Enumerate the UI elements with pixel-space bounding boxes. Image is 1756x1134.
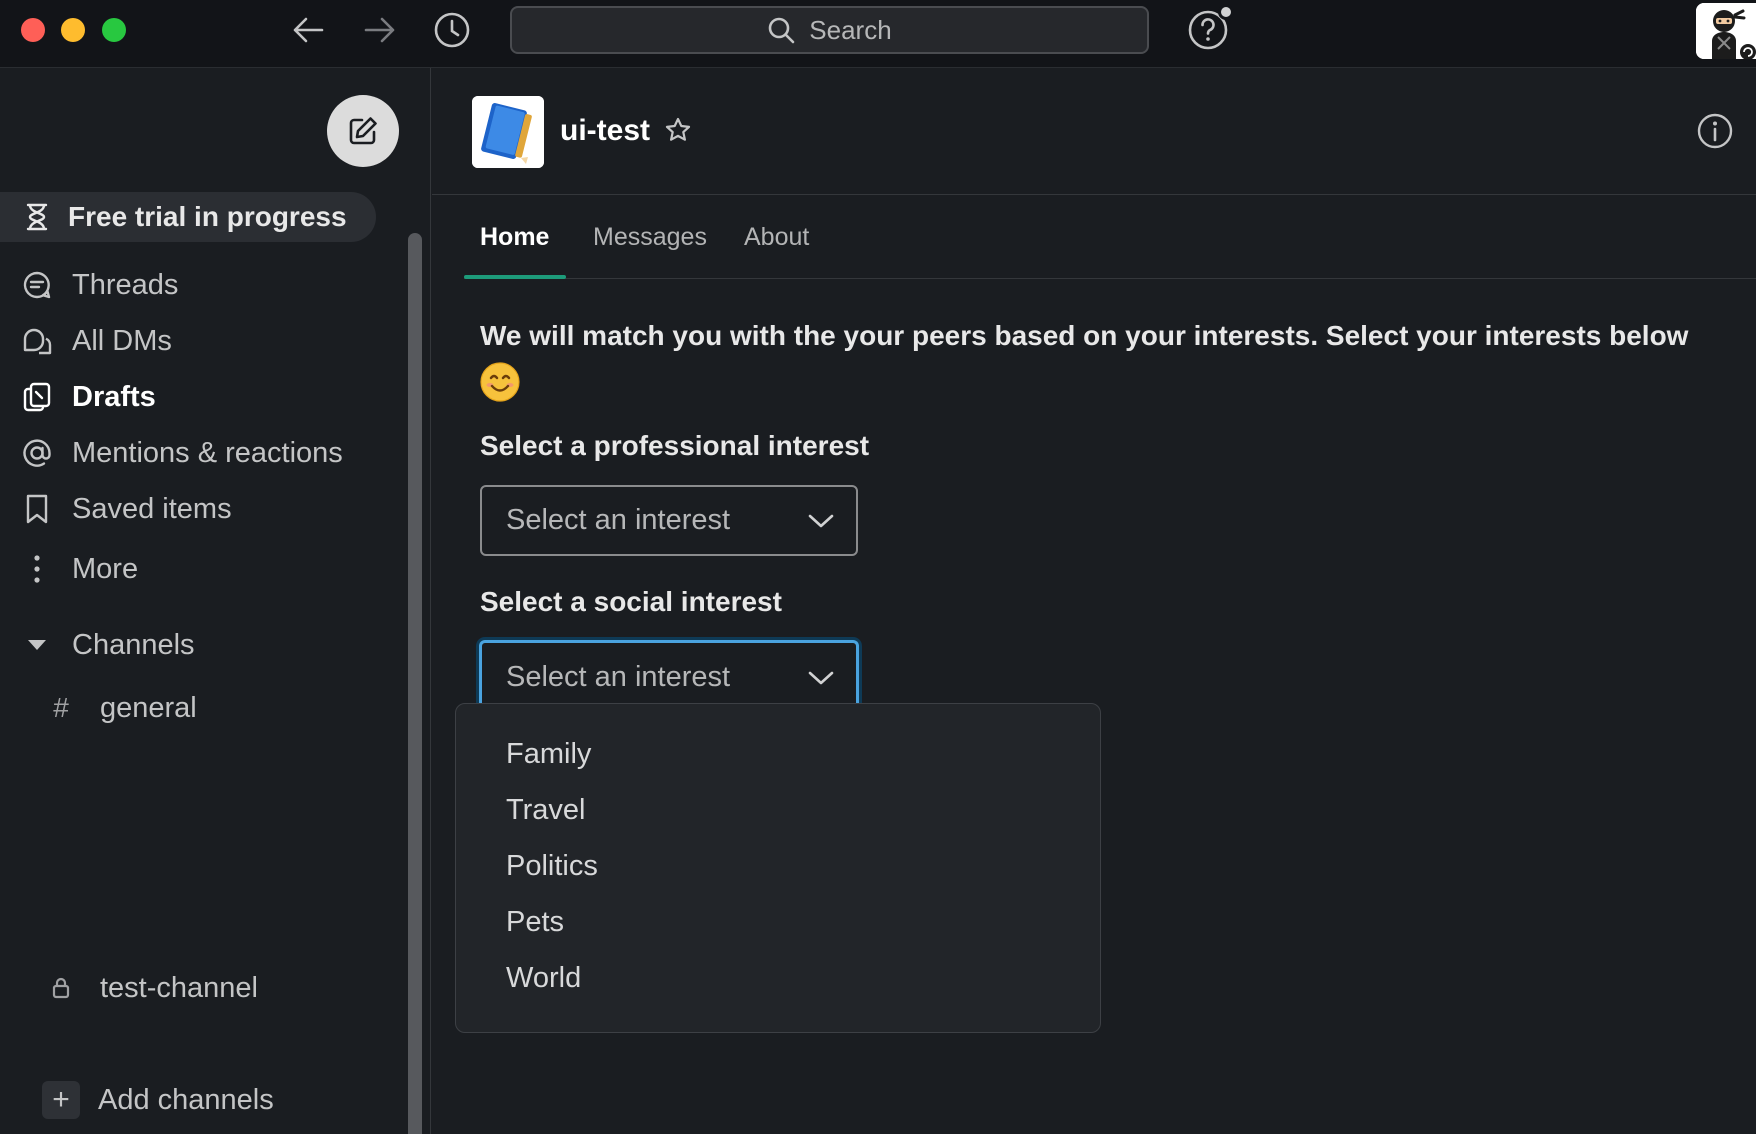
social-interest-dropdown: Family Travel Politics Pets World: [455, 703, 1101, 1033]
hourglass-icon: [26, 203, 48, 231]
channel-details-button[interactable]: [1696, 112, 1734, 150]
chevron-down-icon: [808, 514, 834, 527]
tab-home[interactable]: Home: [480, 195, 549, 279]
professional-interest-label: Select a professional interest: [480, 430, 870, 461]
app-icon: [472, 96, 544, 168]
channels-header: Channels: [72, 628, 195, 661]
select-value: Select an interest: [506, 504, 731, 536]
forward-button[interactable]: [358, 10, 402, 50]
at-icon: [23, 439, 51, 467]
channel-name: test-channel: [100, 971, 258, 1004]
intro-message: We will match you with the your peers ba…: [480, 320, 1689, 351]
drafts-icon: [23, 382, 51, 412]
channel-name: general: [100, 691, 197, 724]
sidebar-scrollbar[interactable]: [408, 233, 422, 1134]
star-button[interactable]: [664, 116, 692, 144]
sidebar-item-label: Threads: [72, 268, 179, 301]
history-button[interactable]: [430, 10, 474, 50]
option-travel[interactable]: Travel: [456, 782, 1100, 838]
star-icon: [665, 117, 691, 141]
free-trial-label: Free trial in progress: [68, 201, 347, 232]
option-world[interactable]: World: [456, 950, 1100, 1006]
tab-about[interactable]: About: [744, 195, 809, 279]
sidebar-item-threads[interactable]: Threads: [20, 263, 178, 307]
threads-icon: [23, 271, 51, 299]
sidebar-item-more[interactable]: More: [20, 547, 138, 591]
search-icon: [768, 17, 795, 44]
maximize-window-button[interactable]: [102, 18, 126, 42]
notification-dot: [1218, 4, 1234, 20]
clock-icon: [434, 12, 470, 48]
back-button[interactable]: [286, 10, 330, 50]
channel-title: ui-test: [560, 114, 650, 147]
search-placeholder: Search: [809, 14, 892, 45]
chevron-down-icon: [808, 671, 834, 684]
tab-messages[interactable]: Messages: [593, 195, 707, 279]
channel-tabs: Home Messages About: [464, 195, 1756, 279]
channel-header: ui-test: [432, 68, 1756, 195]
tab-label: Home: [480, 222, 550, 251]
channel-item-general[interactable]: # general: [48, 686, 197, 730]
active-tab-indicator: [464, 275, 566, 279]
tab-label: About: [744, 222, 810, 251]
compose-button[interactable]: [327, 95, 399, 167]
sidebar-item-drafts[interactable]: Drafts: [20, 375, 156, 419]
channel-item-test-channel[interactable]: test-channel: [48, 966, 258, 1010]
sidebar-item-label: More: [72, 552, 139, 585]
add-channels-button[interactable]: + Add channels: [42, 1078, 274, 1122]
main-panel: ui-test Home Messages About We will matc…: [432, 68, 1756, 1134]
tab-label: Messages: [593, 222, 707, 251]
option-politics[interactable]: Politics: [456, 838, 1100, 894]
arrow-right-icon: [364, 17, 395, 43]
social-interest-select[interactable]: Select an interest: [479, 640, 859, 712]
info-icon: [1697, 113, 1733, 149]
dms-icon: [23, 328, 52, 355]
hash-icon: #: [53, 692, 69, 723]
notebook-icon: [472, 96, 544, 168]
arrow-left-icon: [293, 17, 324, 43]
sidebar-item-all-dms[interactable]: All DMs: [20, 319, 172, 363]
add-channels-label: Add channels: [98, 1083, 274, 1116]
sidebar-item-label: All DMs: [72, 324, 172, 357]
channels-section-toggle[interactable]: Channels: [20, 623, 195, 667]
caret-down-icon: [28, 640, 46, 650]
bookmark-icon: [26, 494, 48, 524]
close-window-button[interactable]: [21, 18, 45, 42]
free-trial-banner[interactable]: Free trial in progress: [0, 192, 376, 242]
sidebar-item-label: Drafts: [72, 380, 156, 413]
compose-icon: [349, 117, 377, 145]
sidebar-item-label: Saved items: [72, 492, 232, 525]
option-family[interactable]: Family: [456, 726, 1100, 782]
option-pets[interactable]: Pets: [456, 894, 1100, 950]
sidebar-item-label: Mentions & reactions: [72, 436, 343, 469]
social-interest-label: Select a social interest: [480, 586, 782, 617]
search-bar[interactable]: Search: [510, 6, 1149, 54]
sidebar-item-mentions[interactable]: Mentions & reactions: [20, 431, 343, 475]
user-avatar[interactable]: [1696, 3, 1756, 59]
sidebar-item-saved[interactable]: Saved items: [20, 487, 232, 531]
select-value: Select an interest: [506, 661, 731, 693]
ninja-avatar-icon: [1696, 3, 1756, 59]
plus-icon: +: [42, 1081, 80, 1119]
professional-interest-select[interactable]: Select an interest: [480, 485, 858, 556]
lock-icon: [52, 977, 70, 999]
smiling-face-emoji-icon: [480, 362, 520, 402]
more-vertical-icon: [34, 555, 40, 583]
minimize-window-button[interactable]: [61, 18, 85, 42]
title-bar: Search: [0, 0, 1756, 68]
sidebar: Free trial in progress Threads All DMs D…: [0, 68, 431, 1134]
intro-text: We will match you with the your peers ba…: [480, 314, 1720, 402]
